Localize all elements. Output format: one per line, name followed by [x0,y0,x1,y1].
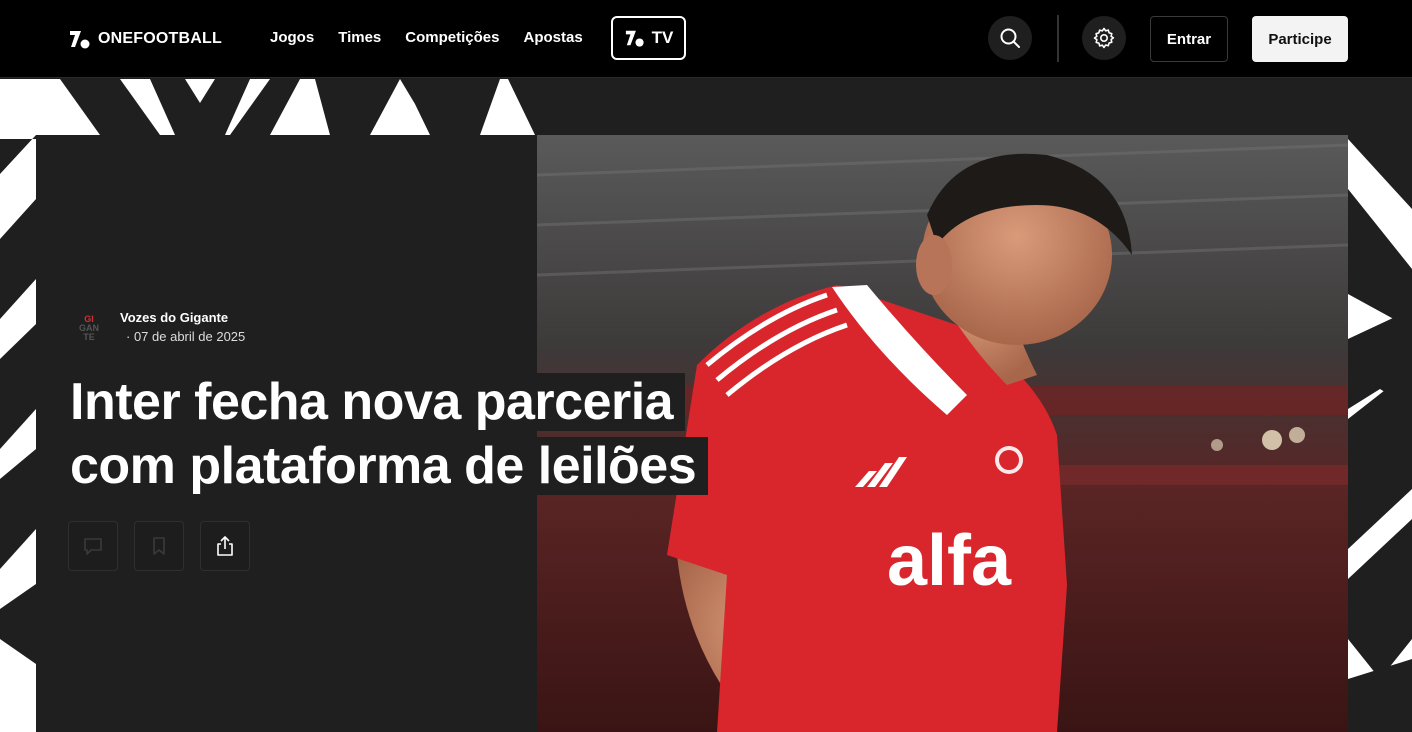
onefootball-mark-icon [625,30,644,47]
onefootball-logo[interactable]: ONEFOOTBALL [68,28,222,50]
search-icon [1000,28,1020,48]
article-title-line: Inter fecha nova parceria [58,373,686,431]
comments-button[interactable] [68,521,118,571]
top-header: ONEFOOTBALL Jogos Times Competições Apos… [0,0,1412,78]
onefootball-mark-icon [70,31,90,49]
article-date-text: 07 de abril de 2025 [133,329,246,344]
share-button[interactable] [200,521,250,571]
article-actions [68,521,250,571]
nav-item-jogos[interactable]: Jogos [270,28,314,48]
settings-button[interactable] [1082,16,1126,60]
nav-item-competicoes[interactable]: Competições [405,28,499,48]
gear-icon [1093,27,1115,49]
nav-item-times[interactable]: Times [338,28,381,48]
article-title: Inter fecha nova parceria com plataforma… [58,370,778,498]
share-icon [217,536,233,556]
signup-button[interactable]: Participe [1252,16,1348,62]
header-divider [1057,15,1059,62]
onefootball-tv-button[interactable]: TV [611,16,686,60]
main-nav: Jogos Times Competições Apostas [270,28,583,48]
login-button[interactable]: Entrar [1150,16,1228,62]
source-logo-line: TE [83,331,95,342]
article-source: GI GAN TE Vozes do Gigante · 07 de abril… [72,310,245,346]
nav-item-apostas[interactable]: Apostas [523,28,582,48]
source-name[interactable]: Vozes do Gigante [120,310,245,325]
shirt-sponsor-text: alfa [887,521,1012,601]
article-hero: alfa GI GAN TE Vozes do Gigante · 07 de … [0,79,1412,732]
article-date: · 07 de abril de 2025 [126,329,246,344]
article-title-line: com plataforma de leilões [58,437,709,495]
bookmark-icon [153,537,165,555]
tv-label: TV [651,28,674,47]
brand-name: ONEFOOTBALL [98,30,222,47]
comment-icon [84,538,102,555]
hero-top-band [537,79,1412,135]
search-button[interactable] [988,16,1032,60]
source-logo: GI GAN TE [72,310,106,346]
bookmark-button[interactable] [134,521,184,571]
